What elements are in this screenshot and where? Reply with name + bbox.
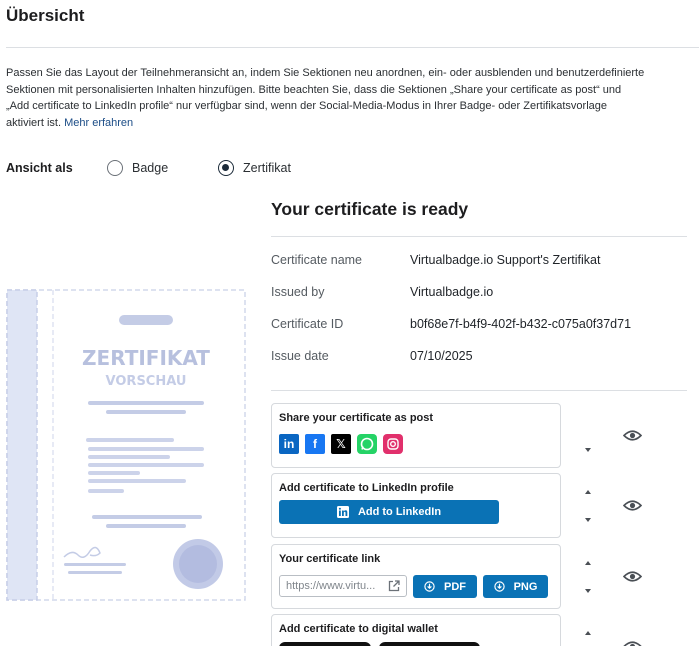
- section-title: Share your certificate as post: [279, 412, 434, 424]
- preview-title: ZERTIFIKAT: [82, 346, 210, 370]
- info-value: Virtualbadge.io: [410, 285, 494, 299]
- linkedin-icon[interactable]: in: [279, 434, 299, 454]
- eye-icon[interactable]: [623, 640, 642, 646]
- view-as-label: Ansicht als: [6, 161, 73, 175]
- radio-badge-circle[interactable]: [107, 160, 123, 176]
- certificate-preview: ZERTIFIKAT VORSCHAU: [6, 289, 246, 601]
- download-pdf-button[interactable]: PDF: [413, 575, 477, 598]
- radio-certificate-label: Zertifikat: [243, 161, 291, 175]
- section-title: Add certificate to LinkedIn profile: [279, 482, 454, 494]
- info-value: Virtualbadge.io Support's Zertifikat: [410, 253, 601, 267]
- section-digital-wallet[interactable]: Add certificate to digital wallet: [271, 614, 561, 646]
- move-down-icon[interactable]: [585, 589, 591, 593]
- x-icon[interactable]: 𝕏: [331, 434, 351, 454]
- instagram-icon[interactable]: [383, 434, 403, 454]
- linkedin-icon: [336, 506, 349, 518]
- download-icon: [424, 581, 435, 592]
- move-down-icon[interactable]: [585, 518, 591, 522]
- external-link-icon[interactable]: [388, 580, 400, 592]
- intro-text: Passen Sie das Layout der Teilnehmeransi…: [6, 65, 646, 131]
- info-value: 07/10/2025: [410, 349, 473, 363]
- add-to-linkedin-label: Add to LinkedIn: [357, 506, 442, 518]
- move-up-icon[interactable]: [585, 631, 591, 635]
- eye-icon[interactable]: [623, 499, 642, 512]
- section-certificate-link[interactable]: Your certificate link https://www.virtu.…: [271, 544, 561, 609]
- page-title: Übersicht: [6, 6, 85, 25]
- divider: [271, 390, 687, 391]
- radio-certificate[interactable]: Zertifikat: [218, 160, 291, 176]
- whatsapp-icon[interactable]: [357, 434, 377, 454]
- download-png-button[interactable]: PNG: [483, 575, 548, 598]
- preview-subtitle: VORSCHAU: [106, 374, 187, 389]
- certificate-link-value: https://www.virtu...: [286, 580, 376, 592]
- section-title: Add certificate to digital wallet: [279, 623, 438, 635]
- move-up-icon[interactable]: [585, 490, 591, 494]
- png-label: PNG: [513, 580, 538, 593]
- divider: [271, 236, 687, 237]
- social-icons: in f 𝕏: [279, 434, 409, 454]
- radio-badge-label: Badge: [132, 161, 169, 175]
- apple-wallet-button[interactable]: [279, 642, 371, 646]
- add-to-linkedin-button[interactable]: Add to LinkedIn: [279, 500, 499, 524]
- section-title: Your certificate link: [279, 553, 381, 565]
- certificate-link-input[interactable]: https://www.virtu...: [279, 575, 407, 597]
- move-up-icon[interactable]: [585, 561, 591, 565]
- radio-certificate-circle[interactable]: [218, 160, 234, 176]
- section-share-post[interactable]: Share your certificate as post in f 𝕏: [271, 403, 561, 468]
- eye-icon[interactable]: [623, 429, 642, 442]
- google-wallet-button[interactable]: [379, 642, 480, 646]
- learn-more-link[interactable]: Mehr erfahren: [64, 117, 133, 129]
- facebook-icon[interactable]: f: [305, 434, 325, 454]
- move-down-icon[interactable]: [585, 448, 591, 452]
- info-value: b0f68e7f-b4f9-402f-b432-c075a0f37d71: [410, 317, 632, 331]
- radio-badge[interactable]: Badge: [107, 160, 168, 176]
- view-as-selector: Ansicht als Badge Zertifikat: [6, 159, 291, 177]
- section-linkedin-profile[interactable]: Add certificate to LinkedIn profile Add …: [271, 473, 561, 538]
- divider: [6, 47, 699, 48]
- pdf-label: PDF: [444, 580, 466, 593]
- info-label: Certificate name: [271, 253, 363, 267]
- eye-icon[interactable]: [623, 570, 642, 583]
- certificate-ready-title: Your certificate is ready: [271, 199, 469, 219]
- info-label: Issue date: [271, 349, 329, 363]
- info-label: Certificate ID: [271, 317, 344, 331]
- download-icon: [493, 581, 505, 592]
- info-label: Issued by: [271, 285, 325, 299]
